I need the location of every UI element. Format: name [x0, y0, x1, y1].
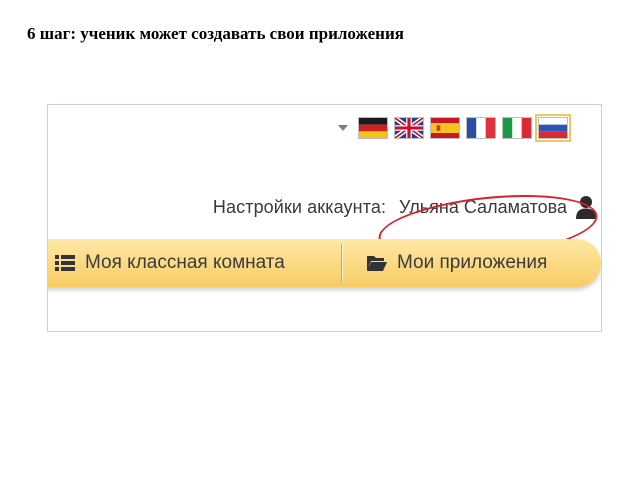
language-selector: [338, 114, 571, 142]
user-icon[interactable]: [575, 195, 597, 219]
flag-italy-icon[interactable]: [502, 117, 532, 139]
flag-uk-icon[interactable]: [394, 117, 424, 139]
flag-spain-icon[interactable]: [430, 117, 460, 139]
nav-my-apps[interactable]: Мои приложения: [342, 239, 547, 287]
nav-my-classroom[interactable]: Моя классная комната: [48, 239, 341, 287]
list-icon: [55, 255, 75, 271]
folder-open-icon: [367, 256, 387, 271]
flag-russia-icon[interactable]: [535, 114, 571, 142]
main-navbar: Моя классная комната Мои приложения: [48, 239, 601, 287]
slide-title: 6 шаг: ученик может создавать свои прило…: [27, 24, 404, 43]
nav-my-classroom-label: Моя классная комната: [85, 252, 285, 273]
account-settings-label: Настройки аккаунта:: [212, 196, 387, 217]
screenshot-frame: Настройки аккаунта: Ульяна Саламатова Мо…: [47, 104, 602, 332]
dropdown-arrow-icon[interactable]: [338, 125, 348, 131]
account-settings[interactable]: Настройки аккаунта: Ульяна Саламатова: [213, 195, 597, 219]
user-name[interactable]: Ульяна Саламатова: [399, 197, 567, 218]
nav-my-apps-label: Мои приложения: [397, 252, 548, 273]
flag-france-icon[interactable]: [466, 117, 496, 139]
flag-germany-icon[interactable]: [358, 117, 388, 139]
